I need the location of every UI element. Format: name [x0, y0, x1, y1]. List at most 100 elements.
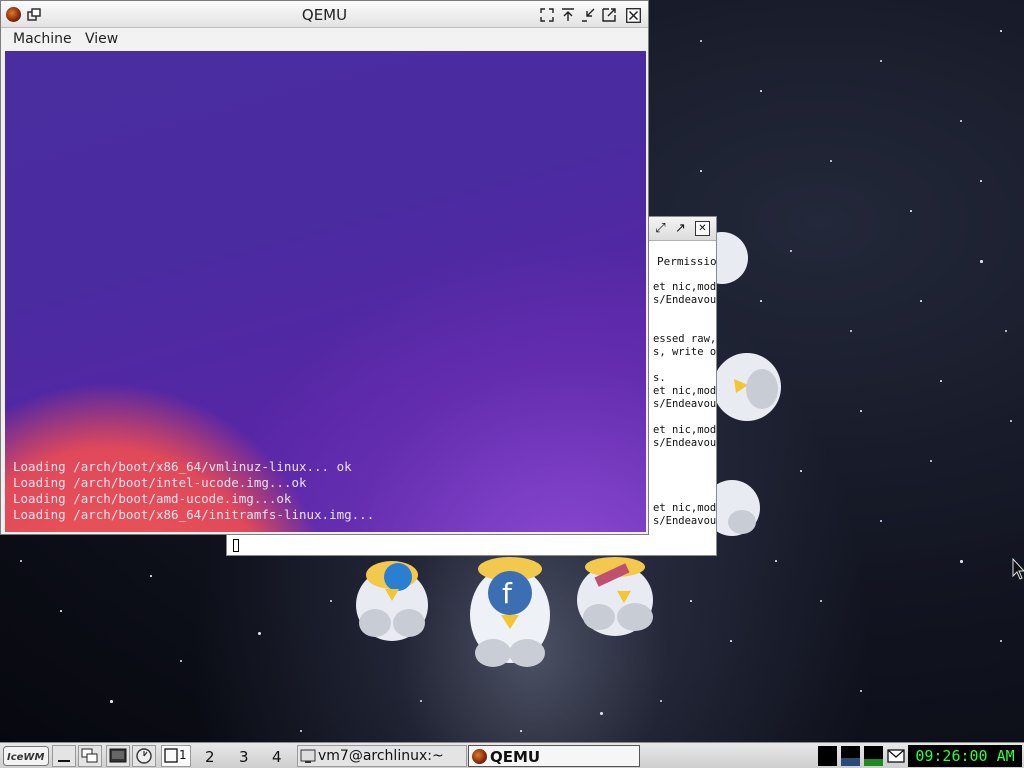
menu-machine[interactable]: Machine [13, 31, 72, 47]
windows-icon [81, 748, 98, 763]
terminal-line: essed raw, [653, 333, 717, 345]
star-decoration [980, 260, 983, 263]
terminal-launcher[interactable] [106, 745, 130, 767]
star-decoration [920, 300, 922, 302]
penguin-mascot-center: f [470, 557, 550, 667]
star-decoration [980, 180, 982, 182]
terminal-line: s, write o [653, 346, 717, 358]
terminal-line: et nic,mod [653, 385, 717, 397]
workspace-1[interactable]: 1 [161, 745, 191, 767]
qemu-titlebar[interactable]: QEMU [1, 1, 648, 28]
star-decoration [420, 700, 422, 702]
penguin-mascot-right [577, 557, 653, 636]
penguin-mascot-side [713, 353, 781, 421]
workspace-3[interactable]: 3 [229, 745, 259, 767]
task-label: QEMU [490, 748, 541, 766]
terminal-maximize-icon[interactable]: ⤢ [653, 221, 668, 236]
terminal-line: et nic,mod [653, 502, 717, 514]
star-decoration [1000, 640, 1002, 642]
fullscreen-icon[interactable] [540, 8, 554, 22]
star-decoration [860, 410, 862, 412]
penguin-mascot-left [356, 561, 428, 641]
star-decoration [110, 700, 113, 703]
terminal-line: et nic,mod [653, 281, 717, 293]
clock-globe-icon [136, 748, 152, 764]
maximize-icon[interactable] [602, 8, 616, 22]
mouse-cursor-icon [1012, 558, 1024, 580]
terminal-icon [109, 748, 127, 763]
star-decoration [800, 470, 802, 472]
boot-log: Loading /arch/boot/x86_64/vmlinuz-linux.… [13, 459, 374, 523]
star-decoration [860, 690, 862, 692]
browser-launcher[interactable] [132, 745, 156, 767]
star-decoration [20, 560, 22, 562]
window-list-button[interactable] [78, 745, 102, 767]
memory-monitor[interactable] [841, 746, 860, 766]
star-decoration [880, 520, 882, 522]
terminal-line: s/Endeavou [653, 515, 717, 527]
star-decoration [910, 210, 912, 212]
active-workspace-icon [164, 748, 178, 763]
task-qemu[interactable]: QEMU [468, 745, 640, 767]
star-decoration [1000, 30, 1002, 32]
star-decoration [850, 330, 852, 332]
svg-text:IceWM: IceWM [7, 752, 44, 763]
star-decoration [520, 730, 522, 732]
workspace-label: 3 [239, 748, 249, 766]
terminal-line: s/Endeavou [653, 398, 717, 410]
star-decoration [820, 600, 822, 602]
workspace-2[interactable]: 2 [195, 745, 225, 767]
star-decoration [760, 300, 762, 302]
taskbar: IceWM 1 2 3 4 vm7@archlinux:~ QEMU 09:26… [0, 742, 1024, 768]
terminal-close-button[interactable]: ✕ [695, 221, 710, 236]
star-decoration [1005, 330, 1007, 332]
terminal-maximize-button[interactable]: ↗ [673, 221, 688, 236]
star-decoration [180, 660, 182, 662]
star-decoration [960, 560, 963, 563]
star-decoration [760, 90, 762, 92]
star-decoration [258, 632, 261, 635]
star-decoration [830, 160, 832, 162]
workspace-label: 1 [179, 748, 187, 762]
network-monitor[interactable] [864, 746, 883, 766]
terminal-line: s. [653, 372, 666, 384]
penguin-mascot-side-lower [712, 480, 760, 536]
terminal-line: s/Endeavou [653, 437, 717, 449]
star-decoration [150, 575, 152, 577]
star-decoration [330, 600, 332, 602]
star-decoration [700, 170, 702, 172]
star-decoration [660, 700, 662, 702]
star-decoration [690, 600, 692, 602]
cpu-monitor[interactable] [818, 746, 837, 766]
star-decoration [700, 40, 702, 42]
workspace-label: 2 [205, 748, 215, 766]
always-on-top-icon[interactable] [561, 8, 575, 22]
penguin-mascot-top [712, 232, 748, 284]
star-decoration [1010, 420, 1012, 422]
vm-display[interactable]: Loading /arch/boot/x86_64/vmlinuz-linux.… [5, 51, 646, 532]
close-icon[interactable] [626, 8, 641, 23]
boot-line: Loading /arch/boot/intel-ucode.img...ok [13, 475, 307, 490]
terminal-icon [300, 749, 316, 763]
task-terminal[interactable]: vm7@archlinux:~ [297, 745, 467, 767]
qemu-window[interactable]: QEMU Machine View Loading /arch/boot/x86… [0, 0, 649, 535]
boot-line: Loading /arch/boot/amd-ucode.img...ok [13, 491, 292, 506]
boot-line: Loading /arch/boot/x86_64/initramfs-linu… [13, 507, 375, 522]
workspace-label: 4 [272, 748, 282, 766]
menu-view[interactable]: View [85, 31, 118, 47]
terminal-cursor [233, 539, 239, 552]
task-label: vm7@archlinux:~ [318, 748, 444, 764]
star-decoration [730, 640, 732, 642]
show-desktop-button[interactable] [52, 745, 76, 767]
mail-icon[interactable] [887, 748, 905, 764]
terminal-line: Permissio [657, 255, 717, 268]
star-decoration [960, 120, 962, 122]
start-menu-icon[interactable]: IceWM [3, 746, 49, 766]
star-decoration [880, 60, 882, 62]
qemu-menubar: Machine View [1, 28, 648, 51]
clock[interactable]: 09:26:00 AM [908, 745, 1022, 767]
workspace-4[interactable]: 4 [262, 745, 292, 767]
star-decoration [940, 380, 942, 382]
terminal-line: et nic,mod [653, 424, 717, 436]
minimize-icon[interactable] [581, 8, 595, 22]
